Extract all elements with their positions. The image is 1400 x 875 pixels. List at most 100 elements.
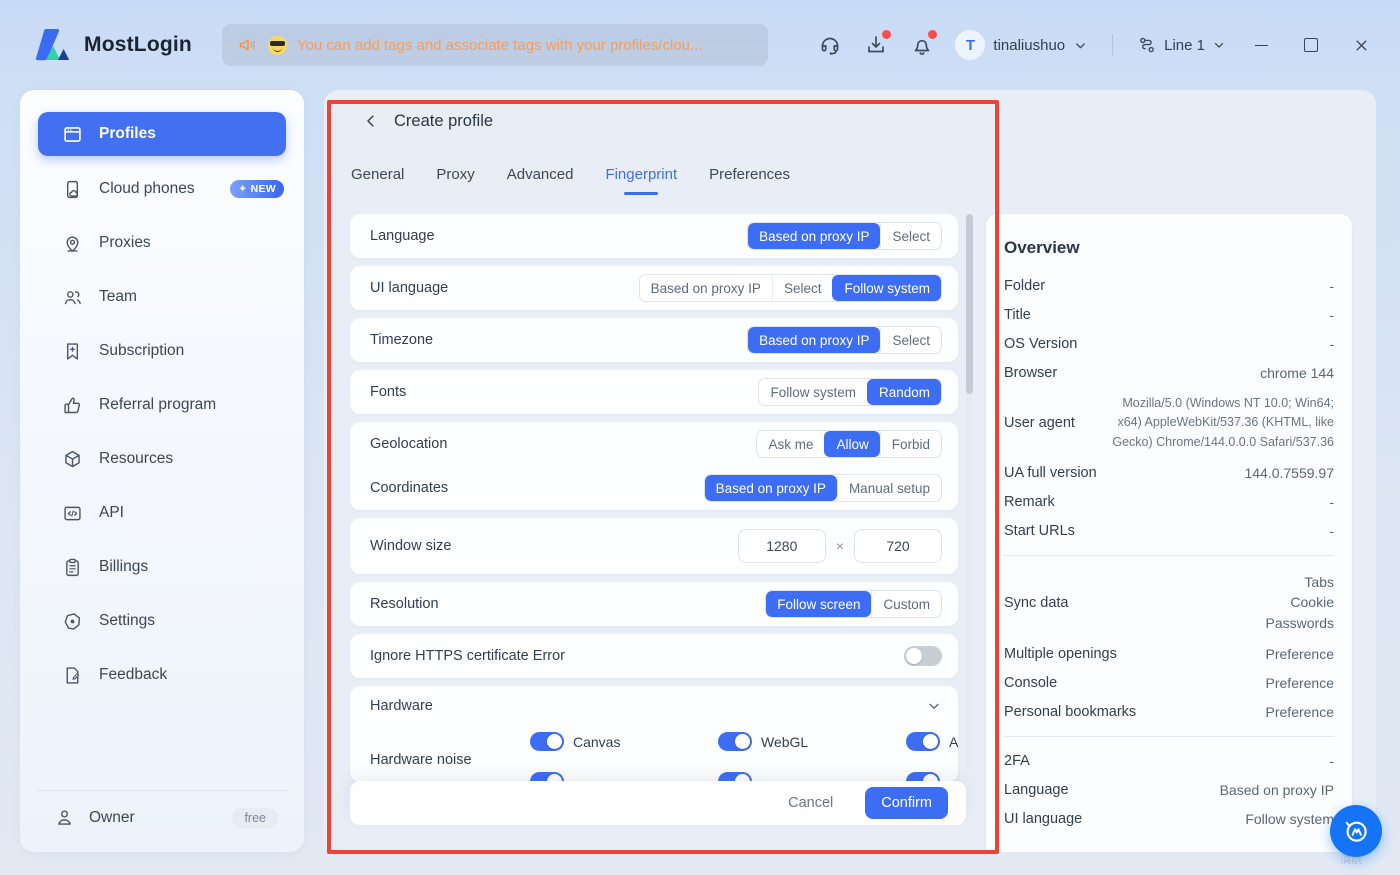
sidebar-item-team[interactable]: Team xyxy=(20,270,304,324)
webgl-toggle[interactable] xyxy=(718,732,752,751)
sidebar-item-feedback[interactable]: Feedback xyxy=(20,648,304,702)
canvas-toggle[interactable] xyxy=(530,732,564,751)
overview-row-multiple-openings: Multiple openings Preference xyxy=(1004,646,1334,662)
download-button[interactable] xyxy=(863,32,889,58)
overview-row-remark: Remark - xyxy=(1004,494,1334,510)
fonts-segmented-control: Follow system Random xyxy=(758,378,942,406)
close-button[interactable] xyxy=(1346,30,1376,60)
sidebar-item-cloud-phones[interactable]: Cloud phones ✦ NEW xyxy=(20,162,304,216)
fonts-option-random[interactable]: Random xyxy=(867,379,941,405)
announcement-banner[interactable]: You can add tags and associate tags with… xyxy=(222,24,768,66)
back-button[interactable] xyxy=(360,110,382,132)
sidebar-item-api[interactable]: API xyxy=(20,486,304,540)
coordinates-option-based-on-proxy-ip[interactable]: Based on proxy IP xyxy=(705,475,837,501)
sidebar-item-profiles[interactable]: Profiles xyxy=(38,112,286,156)
chevron-down-icon[interactable] xyxy=(926,698,942,714)
close-icon xyxy=(1354,38,1369,53)
form-footer: Cancel Confirm xyxy=(350,781,966,825)
resolution-option-custom[interactable]: Custom xyxy=(871,591,941,617)
page-title: Create profile xyxy=(394,112,493,131)
coordinates-option-manual-setup[interactable]: Manual setup xyxy=(837,475,941,501)
minimize-button[interactable] xyxy=(1246,30,1276,60)
language-option-based-on-proxy-ip[interactable]: Based on proxy IP xyxy=(748,223,880,249)
coordinates-label: Coordinates xyxy=(370,480,448,496)
plan-badge: free xyxy=(232,808,278,828)
overview-row-console: Console Preference xyxy=(1004,675,1334,691)
audio-context-toggle[interactable] xyxy=(906,732,940,751)
language-option-select[interactable]: Select xyxy=(880,223,941,249)
sidebar-item-proxies[interactable]: Proxies xyxy=(20,216,304,270)
line-selector[interactable]: Line 1 xyxy=(1137,35,1226,55)
sidebar-item-settings[interactable]: Settings xyxy=(20,594,304,648)
fonts-option-follow-system[interactable]: Follow system xyxy=(759,379,867,405)
window-width-input[interactable] xyxy=(738,529,826,563)
sidebar-item-subscription[interactable]: Subscription xyxy=(20,324,304,378)
sidebar-item-label: Referral program xyxy=(99,396,216,414)
cube-icon xyxy=(62,449,83,470)
tab-preferences[interactable]: Preferences xyxy=(709,158,790,195)
geolocation-option-forbid[interactable]: Forbid xyxy=(880,431,941,457)
sidebar-item-resources[interactable]: Resources xyxy=(20,432,304,486)
geolocation-option-ask-me[interactable]: Ask me xyxy=(757,431,824,457)
geolocation-option-allow[interactable]: Allow xyxy=(824,431,879,457)
support-chat-button[interactable] xyxy=(1330,805,1382,857)
confirm-button[interactable]: Confirm xyxy=(865,787,948,819)
overview-row-2fa: 2FA - xyxy=(1004,753,1334,769)
https-error-toggle[interactable] xyxy=(904,646,942,666)
maximize-button[interactable] xyxy=(1296,30,1326,60)
timezone-segmented-control: Based on proxy IP Select xyxy=(747,326,942,354)
window-height-input[interactable] xyxy=(854,529,942,563)
hardware-noise-canvas: Canvas xyxy=(530,732,658,751)
mostlogin-chat-icon xyxy=(1341,816,1371,846)
ui-language-option-select[interactable]: Select xyxy=(772,275,833,301)
line-selector-label: Line 1 xyxy=(1164,37,1205,54)
browser-window-icon xyxy=(62,124,83,145)
tab-advanced[interactable]: Advanced xyxy=(507,158,574,195)
ui-language-option-follow-system[interactable]: Follow system xyxy=(832,275,941,301)
overview-row-browser: Browser chrome 144 xyxy=(1004,365,1334,381)
download-notification-dot xyxy=(882,30,891,39)
audio-context-label: Audio context xyxy=(949,734,958,750)
window-size-label: Window size xyxy=(370,538,451,554)
hardware-card: Hardware Hardware noise Canvas WebGL xyxy=(350,686,958,782)
brand: MostLogin xyxy=(32,25,192,65)
scrollbar-thumb[interactable] xyxy=(966,214,973,394)
maximize-icon xyxy=(1304,38,1318,52)
support-headset-button[interactable] xyxy=(817,32,843,58)
sidebar-item-label: Resources xyxy=(99,450,173,468)
fonts-label: Fonts xyxy=(370,384,406,400)
person-icon xyxy=(54,807,75,828)
sidebar-item-referral-program[interactable]: Referral program xyxy=(20,378,304,432)
tab-bar: General Proxy Advanced Fingerprint Prefe… xyxy=(351,158,790,195)
owner-row[interactable]: Owner free xyxy=(36,807,288,834)
timezone-option-based-on-proxy-ip[interactable]: Based on proxy IP xyxy=(748,327,880,353)
new-badge: ✦ NEW xyxy=(230,180,284,198)
resolution-segmented-control: Follow screen Custom xyxy=(765,590,942,618)
notifications-button[interactable] xyxy=(909,32,935,58)
timezone-option-select[interactable]: Select xyxy=(880,327,941,353)
overview-title: Overview xyxy=(1004,238,1334,258)
notifications-dot xyxy=(928,30,937,39)
username: tinaliushuo xyxy=(993,37,1065,54)
sidebar-item-billings[interactable]: Billings xyxy=(20,540,304,594)
tab-general[interactable]: General xyxy=(351,158,404,195)
account-menu[interactable]: T tinaliushuo xyxy=(955,30,1088,60)
overview-row-folder: Folder - xyxy=(1004,278,1334,294)
tab-proxy[interactable]: Proxy xyxy=(436,158,474,195)
form-scrollbar[interactable] xyxy=(966,214,973,770)
feedback-document-icon xyxy=(62,665,83,686)
tab-fingerprint[interactable]: Fingerprint xyxy=(605,158,677,195)
sidebar: Profiles Cloud phones ✦ NEW Proxies Team xyxy=(20,90,304,852)
api-code-icon xyxy=(62,503,83,524)
cancel-button[interactable]: Cancel xyxy=(782,794,839,812)
overview-divider xyxy=(1004,736,1334,737)
resolution-option-follow-screen[interactable]: Follow screen xyxy=(766,591,871,617)
thumbs-up-icon xyxy=(62,395,83,416)
fonts-row: Fonts Follow system Random xyxy=(350,370,958,414)
language-segmented-control: Based on proxy IP Select xyxy=(747,222,942,250)
hardware-label: Hardware xyxy=(370,698,433,714)
topbar: MostLogin You can add tags and associate… xyxy=(0,0,1400,90)
sidebar-item-label: Team xyxy=(99,288,137,306)
ui-language-option-based-on-proxy-ip[interactable]: Based on proxy IP xyxy=(640,275,772,301)
owner-label: Owner xyxy=(89,809,135,827)
